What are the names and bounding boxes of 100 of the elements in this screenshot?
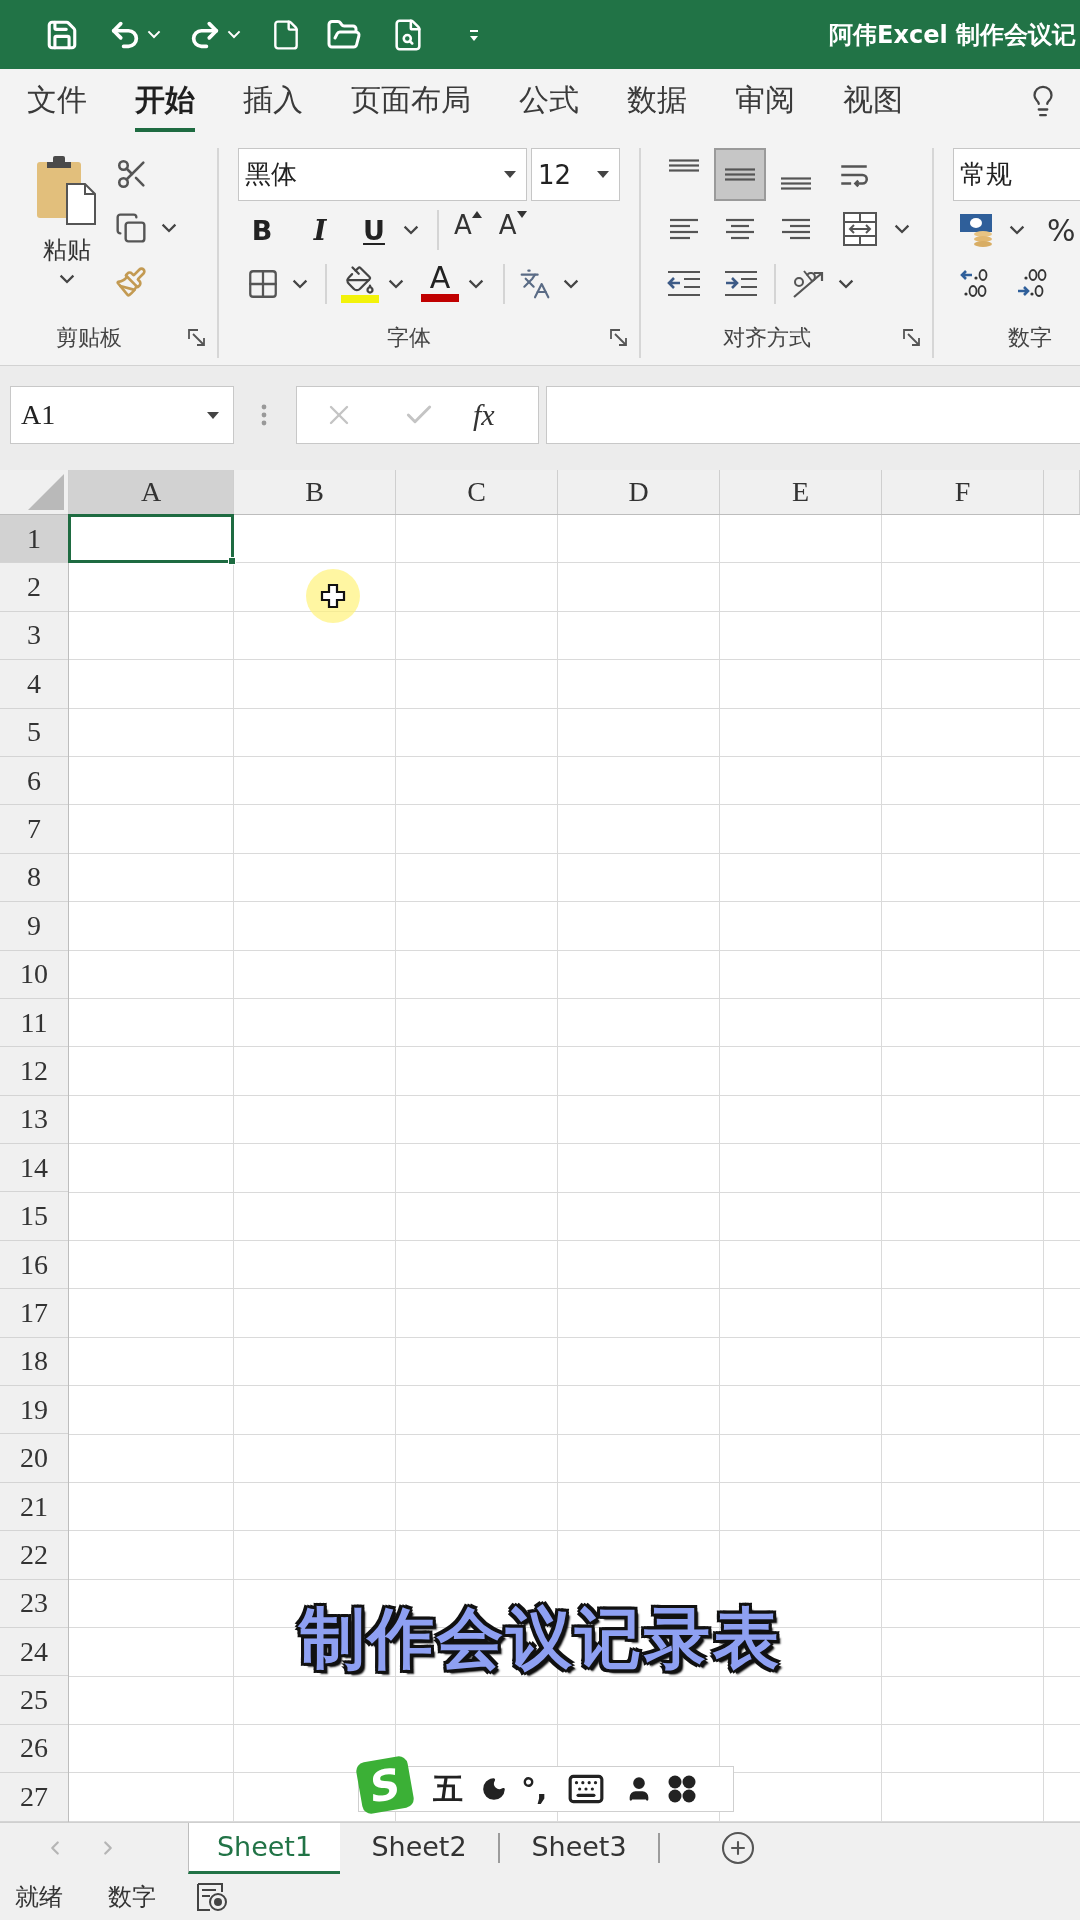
ribbon-tab[interactable]: 文件 xyxy=(3,69,111,132)
fill-color-icon[interactable] xyxy=(341,265,379,303)
underline-button[interactable]: U xyxy=(354,210,394,250)
group-label: 剪贴板 xyxy=(55,324,122,352)
grow-font-button[interactable]: A xyxy=(454,210,482,250)
row-header[interactable]: 15 xyxy=(0,1192,68,1241)
row-header[interactable]: 19 xyxy=(0,1386,68,1435)
caret-icon[interactable] xyxy=(388,279,404,289)
plus-circle-icon[interactable] xyxy=(720,1830,756,1867)
sheet-tab[interactable]: Sheet3 xyxy=(500,1822,658,1874)
italic-button[interactable]: I xyxy=(300,210,340,250)
shrink-font-button[interactable]: A xyxy=(498,210,527,250)
language-icon[interactable] xyxy=(519,268,551,300)
align-middle-icon xyxy=(723,168,757,181)
caret-icon[interactable] xyxy=(563,279,579,289)
row-header[interactable]: 11 xyxy=(0,998,68,1048)
ribbon-tab[interactable]: 审阅 xyxy=(711,69,819,132)
paste-button[interactable]: 粘贴 xyxy=(33,148,101,318)
sheet-tab[interactable]: Sheet2 xyxy=(340,1822,498,1874)
fill-handle[interactable] xyxy=(228,557,236,566)
row-header[interactable]: 21 xyxy=(0,1482,68,1532)
caret-icon[interactable] xyxy=(403,225,419,235)
row-header[interactable]: 24 xyxy=(0,1628,68,1677)
font-color-button[interactable]: A xyxy=(420,262,460,306)
punctuation-button[interactable]: °, xyxy=(521,1771,548,1807)
row-header[interactable]: 17 xyxy=(0,1289,68,1338)
row-header[interactable]: 12 xyxy=(0,1047,68,1096)
font-size-dropdown[interactable]: 12 xyxy=(531,148,620,201)
row-header[interactable]: 16 xyxy=(0,1240,68,1290)
number-format-dropdown[interactable]: 常规 xyxy=(953,148,1080,201)
ribbon-tab[interactable]: 公式 xyxy=(495,69,603,132)
indent-right-icon[interactable] xyxy=(723,269,759,299)
group-label: 字体 xyxy=(387,324,431,352)
caret-icon[interactable] xyxy=(59,274,75,284)
status-text: 数字 xyxy=(108,1881,156,1913)
copy-icon[interactable] xyxy=(115,212,147,244)
row-header[interactable]: 27 xyxy=(0,1773,68,1822)
corner-arrow-icon[interactable] xyxy=(609,328,629,348)
row-header[interactable]: 22 xyxy=(0,1531,68,1580)
align-middle-button[interactable] xyxy=(714,148,766,201)
row-header[interactable]: 7 xyxy=(0,805,68,854)
record-icon[interactable] xyxy=(196,1881,228,1912)
corner-arrow-icon[interactable] xyxy=(187,328,207,348)
ribbon-tab[interactable]: 视图 xyxy=(819,69,927,132)
dropdown-arrow-icon[interactable] xyxy=(504,171,516,178)
row-header[interactable]: 14 xyxy=(0,1144,68,1193)
caret-icon[interactable] xyxy=(894,224,910,234)
ribbon-tab[interactable]: 数据 xyxy=(603,69,711,132)
window-title: 阿伟Excel 制作会议记 xyxy=(829,19,1076,51)
percent-button[interactable]: % xyxy=(1047,212,1076,248)
dropdown-arrow-icon[interactable] xyxy=(597,171,609,178)
sheet-tab[interactable]: Sheet1 xyxy=(188,1822,340,1874)
font-name-dropdown[interactable]: 黑体 xyxy=(238,148,527,201)
caret-icon[interactable] xyxy=(292,279,308,289)
row-header[interactable]: 13 xyxy=(0,1095,68,1145)
bold-button[interactable]: B xyxy=(242,210,282,250)
banknote-coins-icon[interactable] xyxy=(959,212,995,248)
indent-left-icon[interactable] xyxy=(666,269,702,299)
selected-cell[interactable] xyxy=(68,514,234,564)
merge-cells-icon[interactable] xyxy=(842,211,878,247)
clipboard-icon xyxy=(35,154,99,226)
row-header[interactable]: 8 xyxy=(0,853,68,903)
caret-icon[interactable] xyxy=(161,223,177,233)
row-header[interactable]: 20 xyxy=(0,1434,68,1483)
caret-icon[interactable] xyxy=(1009,225,1025,235)
corner-arrow-icon[interactable] xyxy=(902,328,922,348)
row-header[interactable]: 6 xyxy=(0,756,68,806)
group-label: 数字 xyxy=(1008,324,1052,352)
drag-handle-icon[interactable] xyxy=(260,403,268,427)
caret-up-icon xyxy=(471,210,482,218)
decimal-right-arrow-icon[interactable] xyxy=(1016,268,1048,300)
row-header[interactable]: 1 xyxy=(0,515,68,564)
row-header[interactable]: 23 xyxy=(0,1579,68,1628)
clover-icon[interactable] xyxy=(667,1774,698,1804)
row-header[interactable]: 25 xyxy=(0,1676,68,1725)
ribbon-tab[interactable]: 开始 xyxy=(111,69,219,132)
row-header[interactable]: 4 xyxy=(0,660,68,709)
ribbon-tab[interactable]: 页面布局 xyxy=(327,69,495,132)
caret-icon[interactable] xyxy=(838,279,854,289)
row-header[interactable]: 9 xyxy=(0,902,68,951)
align-center-icon xyxy=(723,218,757,240)
insert-function-button[interactable]: fx xyxy=(473,398,495,432)
row-header[interactable]: 2 xyxy=(0,563,68,612)
caption-text: 制作会议记录表 xyxy=(298,1599,782,1679)
color-swatch-icon xyxy=(421,294,459,302)
row-header[interactable]: 3 xyxy=(0,611,68,661)
dropdown-arrow-icon[interactable] xyxy=(207,411,219,419)
row-header[interactable]: 10 xyxy=(0,950,68,999)
name-box[interactable]: A1 xyxy=(10,386,234,444)
column-header[interactable]: A xyxy=(69,470,234,514)
row-header[interactable]: 18 xyxy=(0,1337,68,1387)
row-header[interactable]: 5 xyxy=(0,708,68,757)
grid-icon[interactable] xyxy=(246,267,280,301)
cell-grid[interactable] xyxy=(69,515,1080,1822)
formula-input[interactable] xyxy=(546,386,1080,444)
row-header[interactable]: 26 xyxy=(0,1724,68,1774)
ime-mode-button[interactable]: 五 xyxy=(433,1768,463,1810)
moon-icon[interactable] xyxy=(481,1776,507,1802)
caret-icon[interactable] xyxy=(468,279,484,289)
ribbon-tab[interactable]: 插入 xyxy=(219,69,327,132)
